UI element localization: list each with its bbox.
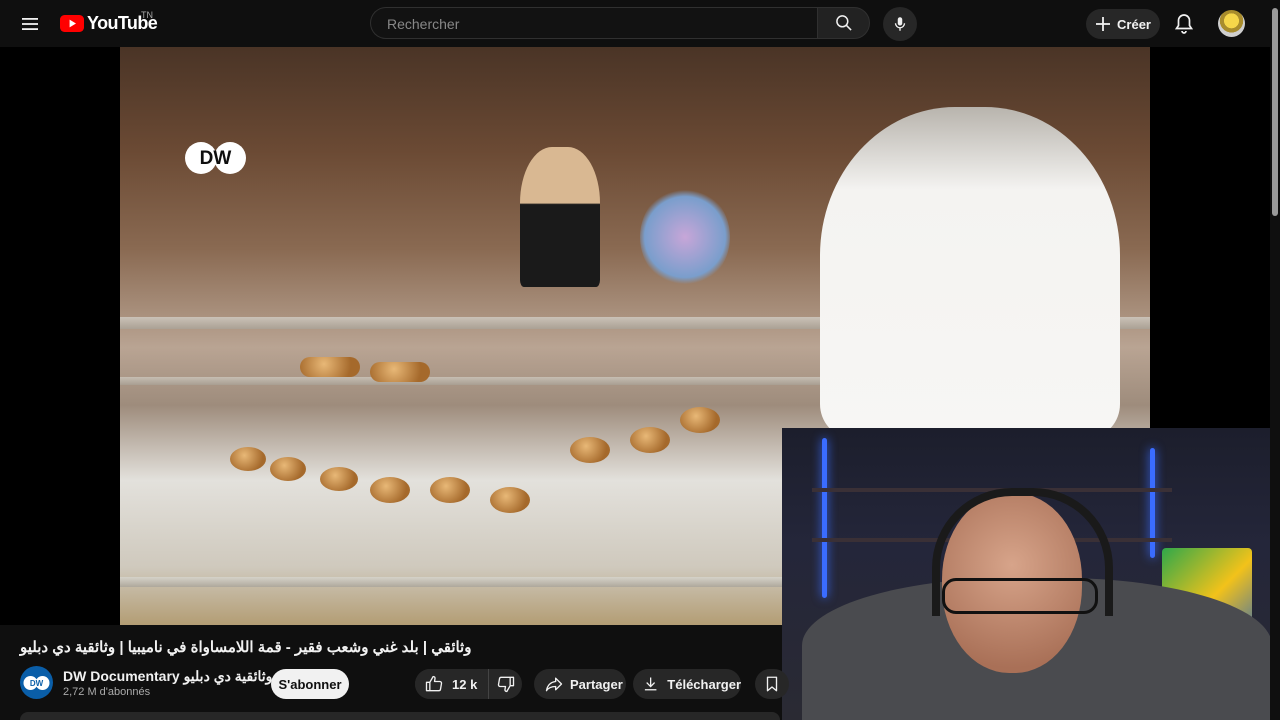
youtube-play-icon <box>60 14 84 32</box>
pastry <box>300 357 360 377</box>
pastry <box>570 437 610 463</box>
bookmark-icon <box>766 676 778 692</box>
channel-logo-text: DW <box>30 679 44 688</box>
thumbs-up-icon <box>425 675 443 692</box>
top-bar: YouTube TN Créer <box>0 0 1280 47</box>
save-button[interactable] <box>755 669 789 699</box>
search-button[interactable] <box>817 7 870 39</box>
channel-name[interactable]: DW Documentary وثائقية دي دبليو <box>63 668 291 685</box>
pastry <box>230 447 266 471</box>
download-button[interactable]: Télécharger <box>633 669 741 699</box>
pastry <box>680 407 720 433</box>
create-label: Créer <box>1117 16 1151 32</box>
channel-name-text: DW Documentary وثائقية دي دبليو <box>63 668 273 684</box>
account-avatar[interactable] <box>1218 10 1245 37</box>
webcam-overlay <box>782 428 1280 720</box>
thumbs-down-icon <box>497 676 514 693</box>
display-shelf <box>120 377 820 385</box>
pastry <box>370 477 410 503</box>
pastry <box>270 457 306 481</box>
channel-avatar[interactable]: DW <box>20 666 53 699</box>
voice-search-button[interactable] <box>883 7 917 41</box>
dw-channel-logo-icon: DW <box>23 675 50 690</box>
create-button[interactable]: Créer <box>1086 9 1160 39</box>
share-button[interactable]: Partager <box>534 669 626 699</box>
pastry <box>430 477 470 503</box>
dw-watermark-text: DW <box>200 148 232 169</box>
download-label: Télécharger <box>667 676 741 692</box>
dw-watermark-logo: DW <box>185 142 246 174</box>
description-box[interactable] <box>20 712 780 720</box>
person-headphones <box>932 488 1113 616</box>
pastry <box>320 467 358 491</box>
download-icon <box>644 677 657 691</box>
share-arrow-icon <box>545 677 563 692</box>
pastry <box>630 427 670 453</box>
bell-icon[interactable] <box>1172 12 1196 36</box>
subscribe-button[interactable]: S'abonner <box>271 669 349 699</box>
plus-icon <box>1096 17 1111 31</box>
microphone-icon <box>894 17 906 31</box>
pastry <box>370 362 430 382</box>
video-title: وثائقي | بلد غني وشعب فقير - قمة اللامسا… <box>20 639 472 656</box>
hamburger-menu-icon[interactable] <box>18 12 42 36</box>
subscriber-count: 2,72 M d'abonnés <box>63 686 151 698</box>
scrollbar-thumb[interactable] <box>1272 8 1278 216</box>
like-button[interactable]: 12 k <box>415 669 488 699</box>
search-icon <box>835 15 852 31</box>
like-count: 12 k <box>452 676 478 692</box>
lollipops <box>640 187 730 287</box>
display-base <box>120 577 800 587</box>
shopkeeper-figure <box>520 147 600 287</box>
country-code: TN <box>141 10 153 20</box>
customer-figure <box>820 107 1120 437</box>
pastry <box>490 487 530 513</box>
neon-light-left <box>822 438 827 598</box>
dislike-button[interactable] <box>488 669 522 699</box>
search-input[interactable] <box>385 8 807 40</box>
search-box[interactable] <box>370 7 817 40</box>
share-label: Partager <box>570 676 623 692</box>
